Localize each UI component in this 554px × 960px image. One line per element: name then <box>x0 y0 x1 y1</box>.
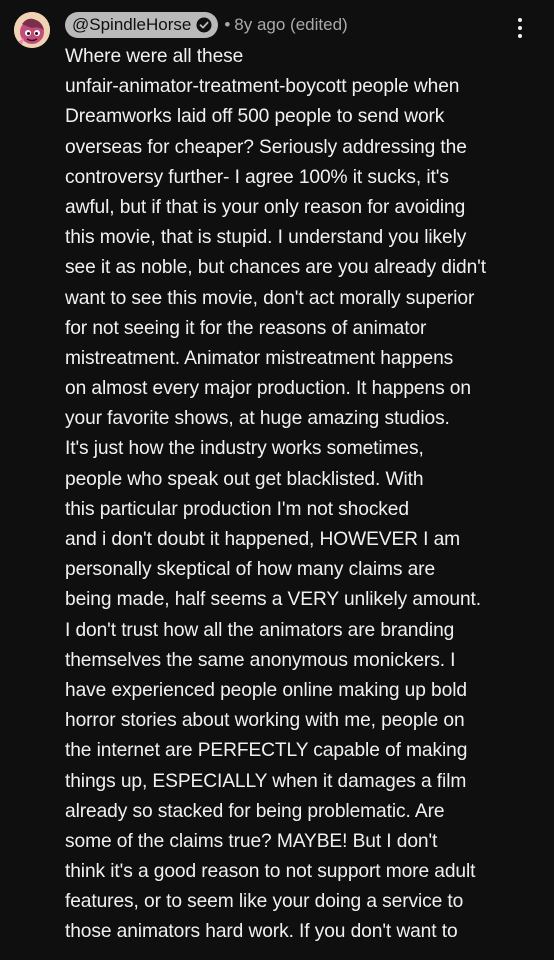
comment-line: this movie, that is stupid. I understand… <box>65 227 467 249</box>
author-chip[interactable]: @SpindleHorse <box>65 12 219 38</box>
comment-line: those animators hard work. If you don't … <box>65 921 458 943</box>
comment-line: unfair-animator-treatment-boycott people… <box>65 76 460 98</box>
comment-line: this particular production I'm not shock… <box>65 498 409 520</box>
comment-line: want to see this movie, don't act morall… <box>65 287 475 309</box>
more-vert-icon[interactable] <box>508 14 532 42</box>
comment-line: mistreatment. Animator mistreatment happ… <box>65 347 454 369</box>
comment-line: overseas for cheaper? Seriously addressi… <box>65 136 467 158</box>
comment-line: It's just how the industry works sometim… <box>65 438 424 460</box>
comment-line: and i don't doubt it happened, HOWEVER I… <box>65 529 461 550</box>
comment-line: for not seeing it for the reasons of ani… <box>65 317 427 339</box>
comment-line: already so stacked for being problematic… <box>65 800 445 822</box>
meta-separator: • <box>224 15 231 34</box>
comment-line: think it's a good reason to not support … <box>65 861 476 883</box>
comment-line: I don't trust how all the animators are … <box>65 619 455 641</box>
comment-thread-item: @SpindleHorse • 8y ago (edited) Where we… <box>0 0 554 960</box>
comment-line: see it as noble, but chances are you alr… <box>65 257 486 279</box>
avatar-image <box>14 12 50 48</box>
comment-text: Where were all these unfair-animator-tre… <box>65 42 545 948</box>
comment-line: themselves the same anonymous monickers.… <box>65 649 456 671</box>
comment-header: @SpindleHorse • 8y ago (edited) <box>65 11 348 39</box>
comment-line: awful, but if that is your only reason f… <box>65 196 466 218</box>
comment-timestamp[interactable]: 8y ago (edited) <box>234 15 347 35</box>
comment-line: Dreamworks laid off 500 people to send w… <box>65 106 445 128</box>
verified-check-icon <box>196 17 212 33</box>
comment-line: have experienced people online making up… <box>65 679 467 701</box>
comment-line: on almost every major production. It hap… <box>65 378 471 400</box>
comment-line: things up, ESPECIALLY when it damages a … <box>65 770 467 792</box>
author-name[interactable]: @SpindleHorse <box>72 12 191 38</box>
comment-line: personally skeptical of how many claims … <box>65 559 436 581</box>
comment-line: horror stories about working with me, pe… <box>65 710 465 732</box>
comment-line: some of the claims true? MAYBE! But I do… <box>65 830 438 852</box>
comment-line: being made, half seems a VERY unlikely a… <box>65 589 481 611</box>
comment-line: your favorite shows, at huge amazing stu… <box>65 408 450 430</box>
comment-line: features, or to seem like your doing a s… <box>65 891 464 913</box>
comment-line: Where were all these <box>65 46 244 67</box>
avatar[interactable] <box>14 12 50 48</box>
comment-line: controversy further- I agree 100% it suc… <box>65 166 449 188</box>
comment-line: people who speak out get blacklisted. Wi… <box>65 468 424 490</box>
comment-line: the internet are PERFECTLY capable of ma… <box>65 740 468 762</box>
